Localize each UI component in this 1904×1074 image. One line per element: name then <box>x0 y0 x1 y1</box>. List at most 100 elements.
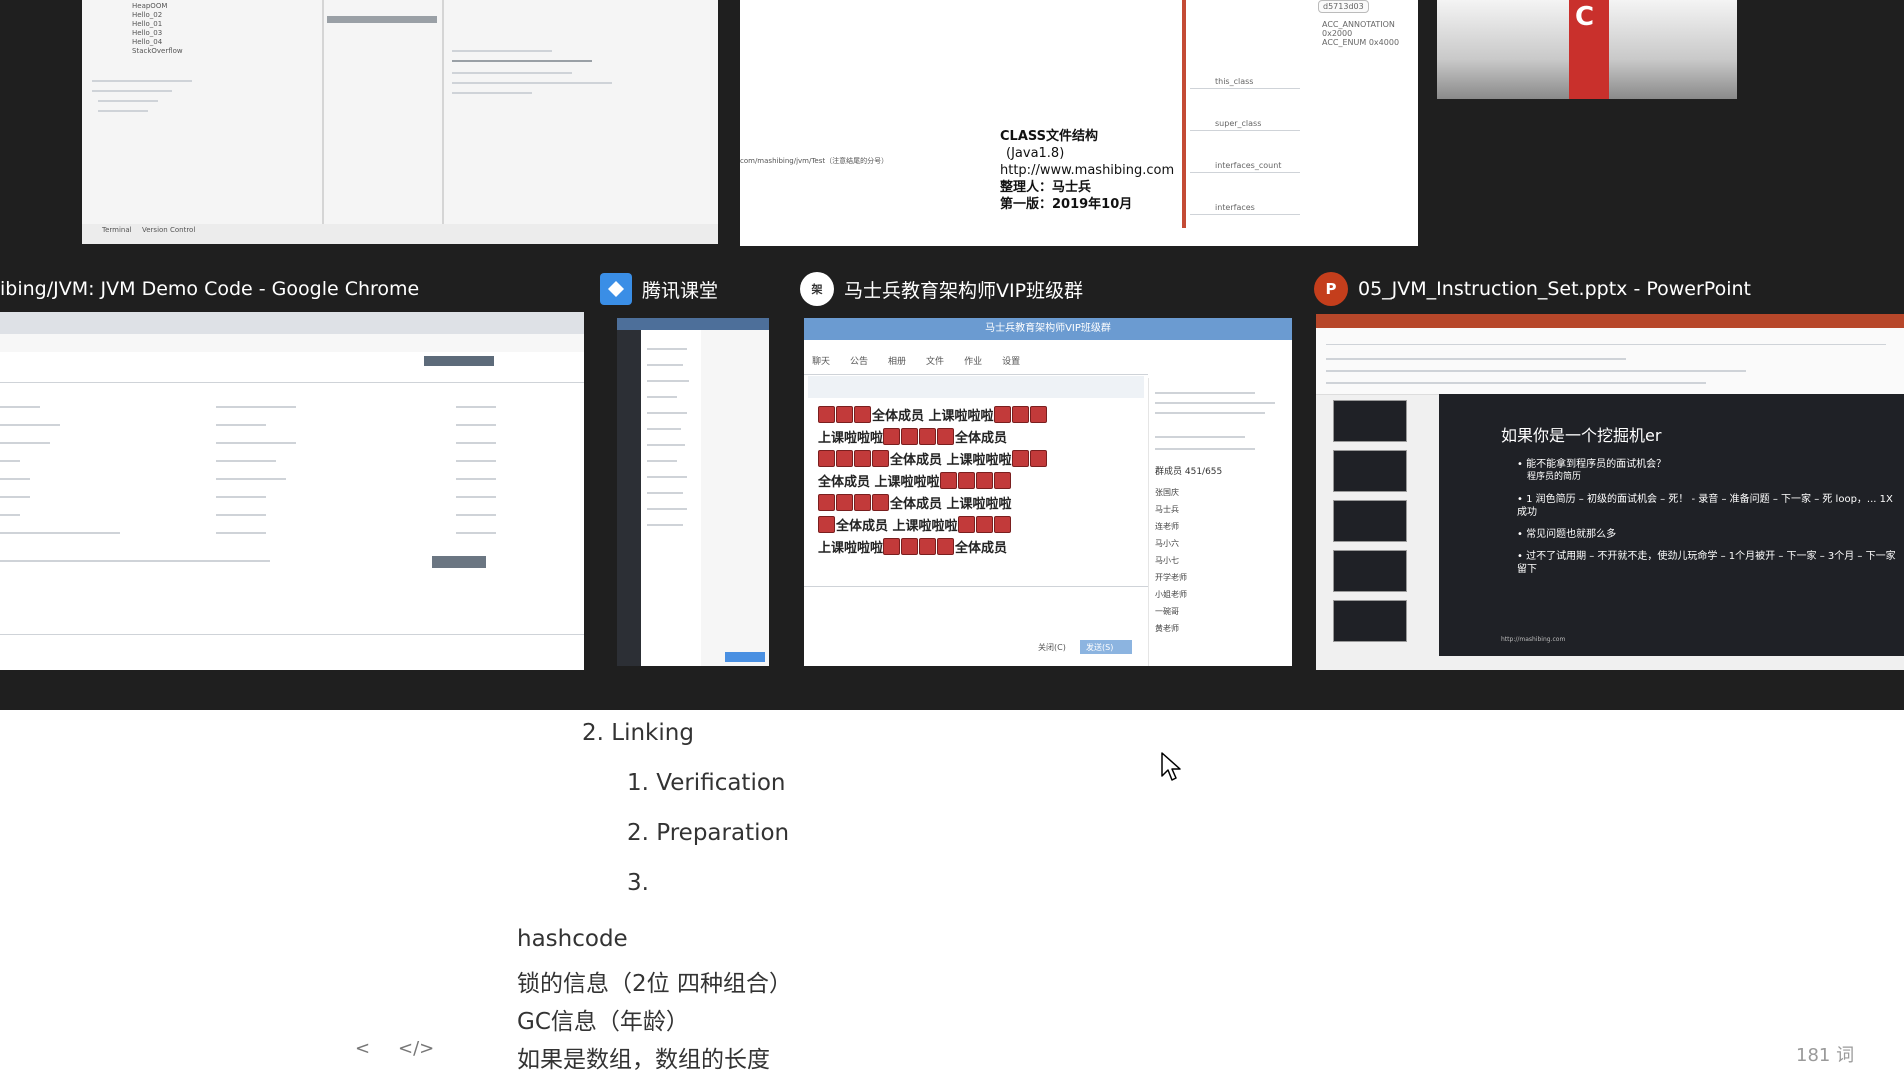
slide-thumbnail[interactable] <box>1333 550 1407 592</box>
member-item[interactable]: 连老师 <box>1155 518 1187 535</box>
mindmap-node: interfaces_count <box>1215 161 1282 170</box>
doc-line-linking: 2. Linking <box>582 720 694 746</box>
send-button[interactable]: 发送(S) <box>1086 642 1113 653</box>
tab-settings[interactable]: 设置 <box>1002 354 1020 367</box>
mindmap-window-thumbnail[interactable]: d5713d03 ACC_ANNOTATION 0x2000 ACC_ENUM … <box>740 0 1418 246</box>
doc-line-verification: 1. Verification <box>627 770 786 796</box>
slide-bullets: • 能不能拿到程序员的面试机会？ 程序员的简历 • 1 润色简历 – 初级的面试机… <box>1509 458 1897 585</box>
doc-line-array-length: 如果是数组，数组的长度 <box>517 1047 770 1073</box>
member-item[interactable]: 马士兵 <box>1155 501 1187 518</box>
tencent-classroom-icon <box>600 273 632 305</box>
mindmap-node: interfaces <box>1215 203 1255 212</box>
slide-title: 如果你是一个挖掘机er <box>1501 426 1662 445</box>
vip-group-title-text: 马士兵教育架构师VIP班级群 <box>844 279 1084 302</box>
version-control-tab[interactable]: Version Control <box>142 226 195 234</box>
ppt-ribbon <box>1316 314 1904 395</box>
tab-chat[interactable]: 聊天 <box>812 354 830 367</box>
tree-item: Hello_02 <box>132 11 163 19</box>
mindmap-url: http://www.mashibing.com <box>1000 163 1175 178</box>
powerpoint-window-title[interactable]: P 05_JVM_Instruction_Set.pptx - PowerPoi… <box>1314 269 1904 309</box>
tree-item: HeapOOM <box>132 2 168 10</box>
terminal-tab[interactable]: Terminal <box>102 226 132 234</box>
mindmap-node: ACC_ENUM 0x4000 <box>1322 38 1400 47</box>
mindmap-node: ACC_ANNOTATION 0x2000 <box>1322 20 1395 38</box>
chat-titlebar: 马士兵教育架构师VIP班级群 <box>804 318 1292 340</box>
group-member-panel: 群成员 451/655 张国庆 马士兵 连老师 马小六 马小七 开学老师 小姐老… <box>1148 378 1292 666</box>
chat-message-line: 全体成员 上课啦啦啦 <box>818 494 1148 516</box>
slide-thumbnail[interactable] <box>1333 500 1407 542</box>
powerpoint-icon: P <box>1314 272 1348 306</box>
ppt-title-bar <box>1316 314 1904 328</box>
member-item[interactable]: 马小六 <box>1155 535 1187 552</box>
mindmap-title: CLASS文件结构 <box>1000 129 1099 144</box>
chat-message-line: 全体成员 上课啦啦啦 <box>818 406 1148 428</box>
member-list: 张国庆 马士兵 连老师 马小六 马小七 开学老师 小姐老师 一碗哥 黄老师 <box>1155 484 1187 637</box>
tab-album[interactable]: 相册 <box>888 354 906 367</box>
chrome-title-text: ibing/JVM: JVM Demo Code - Google Chrome <box>0 278 420 300</box>
vip-group-window-title[interactable]: 架 马士兵教育架构师VIP班级群 <box>800 269 1300 309</box>
slide-sub-bullet: 程序员的简历 <box>1527 472 1582 482</box>
member-item[interactable]: 张国庆 <box>1155 484 1187 501</box>
ide-tree: HeapOOM Hello_02 Hello_01 Hello_03 Hello… <box>132 2 183 56</box>
mindmap-version: (Java1.8) <box>1006 146 1065 161</box>
chat-message-line: 全体成员 上课啦啦啦 <box>818 472 1148 494</box>
tab-notice[interactable]: 公告 <box>850 354 868 367</box>
mindmap-root-node: CLASS文件结构 (Java1.8) http://www.mashibing… <box>1000 128 1174 213</box>
powerpoint-title-text: 05_JVM_Instruction_Set.pptx - PowerPoint <box>1358 278 1751 300</box>
slide-footer: http://mashibing.com <box>1501 636 1566 643</box>
slide-bullet: • 过不了试用期 – 不开就不走，使劲儿玩命学 – 1个月被开 – 下一家 – … <box>1517 551 1896 575</box>
chrome-window-title[interactable]: ibing/JVM: JVM Demo Code - Google Chrome <box>0 269 580 309</box>
member-count: 群成员 451/655 <box>1155 467 1223 477</box>
member-item[interactable]: 马小七 <box>1155 552 1187 569</box>
slide-bullet: • 1 润色简历 – 初级的面试机会 – 死！ - 录音 – 准备问题 – 下一… <box>1517 494 1893 518</box>
chat-title: 马士兵教育架构师VIP班级群 <box>985 323 1111 334</box>
mindmap-node: this_class <box>1215 77 1254 86</box>
mindmap-left-note: com/mashibing/jvm/Test（注意结尾的分号） <box>740 157 889 165</box>
slide-thumbnail[interactable] <box>1333 450 1407 492</box>
prev-page-button[interactable]: < <box>355 1038 370 1059</box>
powerpoint-window-thumbnail[interactable]: 如果你是一个挖掘机er • 能不能拿到程序员的面试机会？ 程序员的简历 • 1 润… <box>1316 314 1904 670</box>
slide-thumbnail[interactable] <box>1333 400 1407 442</box>
slide-bullet: • 能不能拿到程序员的面试机会？ 程序员的简历 <box>1517 458 1897 484</box>
doc-line-item-3: 3. <box>627 870 649 896</box>
task-switcher: HeapOOM Hello_02 Hello_01 Hello_03 Hello… <box>0 0 1904 710</box>
tencent-window-title[interactable]: 腾讯课堂 <box>600 269 800 309</box>
tree-item: Hello_04 <box>132 38 163 46</box>
doc-line-gc-info: GC信息（年龄） <box>517 1009 689 1035</box>
member-item[interactable]: 黄老师 <box>1155 620 1187 637</box>
app-window-thumbnail[interactable]: C <box>1437 0 1737 99</box>
doc-line-hashcode: hashcode <box>517 926 628 952</box>
tree-item: Hello_01 <box>132 20 163 28</box>
chat-message-area: 全体成员 上课啦啦啦 上课啦啦啦 全体成员 全体成员 上课啦啦啦 全体成员 上课啦… <box>818 406 1148 560</box>
doc-line-lock-info: 锁的信息（2位 四种组合） <box>517 971 792 997</box>
word-count: 181 词 <box>1796 1045 1855 1066</box>
member-item[interactable]: 一碗哥 <box>1155 603 1187 620</box>
chrome-window-thumbnail[interactable] <box>0 312 584 670</box>
logo-letter: C <box>1575 2 1595 32</box>
ide-window-thumbnail[interactable]: HeapOOM Hello_02 Hello_01 Hello_03 Hello… <box>82 0 718 244</box>
slide-bullet: • 常见问题也就那么多 <box>1517 529 1617 540</box>
mindmap-node: d5713d03 <box>1318 0 1369 13</box>
mouse-pointer-icon <box>1161 752 1181 781</box>
tab-files[interactable]: 文件 <box>926 354 944 367</box>
member-item[interactable]: 开学老师 <box>1155 569 1187 586</box>
chat-message-line: 上课啦啦啦 全体成员 <box>818 538 1148 560</box>
tree-item: Hello_03 <box>132 29 163 37</box>
close-chat-button[interactable]: 关闭(C) <box>1038 642 1066 653</box>
tab-homework[interactable]: 作业 <box>964 354 982 367</box>
source-code-button[interactable]: </> <box>398 1038 434 1059</box>
chat-message-line: 上课啦啦啦 全体成员 <box>818 428 1148 450</box>
doc-line-preparation: 2. Preparation <box>627 820 790 846</box>
tencent-title-text: 腾讯课堂 <box>642 279 719 302</box>
chat-tabs: 聊天 公告 相册 文件 作业 设置 <box>812 354 1020 367</box>
tencent-window-thumbnail[interactable] <box>617 318 769 666</box>
group-avatar-icon: 架 <box>800 272 834 306</box>
member-item[interactable]: 小姐老师 <box>1155 586 1187 603</box>
slide-thumbnail[interactable] <box>1333 600 1407 642</box>
tree-item: StackOverflow <box>132 47 183 55</box>
mindmap-edition: 第一版：2019年10月 <box>1000 197 1133 212</box>
document-editor[interactable] <box>0 710 1904 1072</box>
ppt-current-slide[interactable]: 如果你是一个挖掘机er • 能不能拿到程序员的面试机会？ 程序员的简历 • 1 润… <box>1439 394 1904 656</box>
vip-group-window-thumbnail[interactable]: 马士兵教育架构师VIP班级群 聊天 公告 相册 文件 作业 设置 全体成员 上课… <box>804 318 1292 666</box>
mindmap-author: 整理人：马士兵 <box>1000 180 1092 195</box>
